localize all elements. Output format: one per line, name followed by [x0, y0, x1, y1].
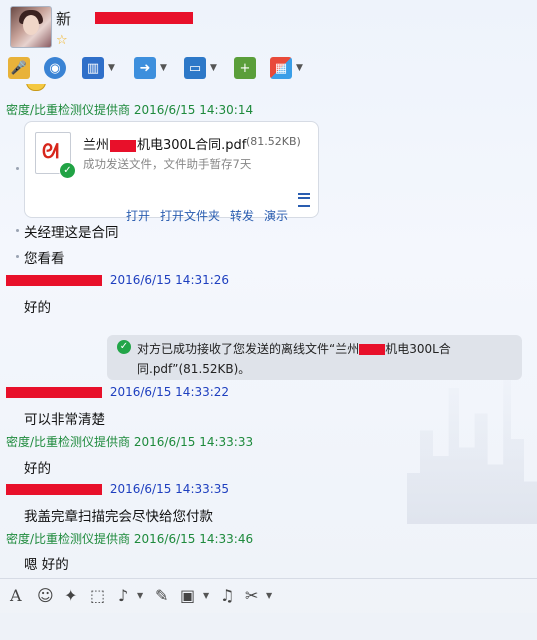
message-time: 2016/6/15 14:30:14	[133, 103, 254, 117]
chevron-down-icon[interactable]: ▼	[160, 63, 167, 73]
screen-share-button[interactable]: ▭ ▼	[184, 54, 217, 82]
chevron-down-icon[interactable]: ▼	[266, 591, 272, 600]
notice-line-1: 对方已成功接收了您发送的离线文件“兰州 机电300L合	[137, 340, 451, 357]
create-group-icon: +	[234, 57, 256, 79]
screen-share-icon: ▭	[184, 57, 206, 79]
cut-icon[interactable]: ✂	[245, 586, 258, 605]
message-time: 2016/6/15 14:31:26	[109, 273, 230, 287]
system-notice: ✓ 对方已成功接收了您发送的离线文件“兰州 机电300L合 同.pdf”(81.5…	[107, 335, 522, 380]
message-text: 您看看	[24, 251, 65, 267]
file-transfer-card[interactable]: ᘛ ✓ 兰州 机电300L合同.pdf (81.52KB) 成功发送文件，文件助手…	[24, 121, 319, 223]
chevron-down-icon[interactable]: ▼	[108, 63, 115, 73]
avatar-face	[23, 15, 39, 35]
file-name-suffix: 机电300L合同.pdf	[137, 138, 247, 153]
open-file-link[interactable]: 打开	[126, 207, 150, 224]
sender-name[interactable]: 密度/比重检测仪提供商	[6, 532, 130, 546]
chevron-down-icon[interactable]: ▼	[137, 591, 143, 600]
present-link[interactable]: 演示	[264, 207, 288, 224]
magic-icon[interactable]: ✦	[64, 586, 77, 605]
message-header: 2016/6/15 14:31:26	[6, 273, 229, 287]
chevron-down-icon[interactable]: ▼	[210, 63, 217, 73]
notice-line-2: 同.pdf”(81.52KB)。	[137, 362, 251, 376]
redacted-text	[359, 344, 386, 355]
message-header: 密度/比重检测仪提供商 2016/6/15 14:33:33	[6, 433, 253, 450]
message-header: 密度/比重检测仪提供商 2016/6/15 14:30:14	[6, 101, 253, 118]
file-name[interactable]: 兰州 机电300L合同.pdf	[83, 134, 246, 153]
message-text: 可以非常清楚	[24, 412, 105, 428]
chevron-down-icon[interactable]: ▼	[203, 591, 209, 600]
message-dot	[16, 229, 19, 232]
notice-text: 对方已成功接收了您发送的离线文件“兰州	[137, 342, 360, 356]
message-text: 嗯 好的	[24, 557, 69, 573]
chat-header: 新 ☆	[0, 0, 537, 54]
send-file-icon: ➜	[134, 57, 156, 79]
message-text: 好的	[24, 300, 51, 316]
font-icon[interactable]: A	[10, 586, 22, 605]
microphone-icon: 🎤	[8, 57, 30, 79]
message-dot	[16, 167, 19, 170]
chat-toolbar: 🎤 ◉ ▥ ▼ ➜ ▼ ▭ ▼ + ▦ ▼	[0, 54, 537, 84]
redacted-sender	[6, 275, 102, 286]
file-name-prefix: 兰州	[83, 138, 110, 153]
redacted-sender	[6, 387, 102, 398]
message-time: 2016/6/15 14:33:35	[109, 482, 230, 496]
acrobat-icon: ᘛ	[42, 139, 60, 163]
message-dot	[16, 255, 19, 258]
music-icon[interactable]: ♫	[220, 586, 234, 605]
menu-icon[interactable]	[298, 193, 310, 207]
emoji-icon[interactable]: ☺	[37, 586, 54, 605]
star-icon[interactable]: ☆	[56, 33, 68, 48]
open-folder-link[interactable]: 打开文件夹	[160, 207, 220, 224]
contact-name[interactable]: 新	[56, 8, 71, 29]
redacted-sender	[6, 484, 102, 495]
edit-icon[interactable]: ✎	[155, 586, 168, 605]
image-icon[interactable]: ▣	[180, 586, 195, 605]
input-toolbar: A ☺ ✦ ⬚ ♪ ▼ ✎ ▣ ▼ ♫ ✂ ▼	[0, 578, 537, 613]
message-time: 2016/6/15 14:33:22	[109, 385, 230, 399]
message-header: 密度/比重检测仪提供商 2016/6/15 14:33:46	[6, 530, 253, 547]
chevron-down-icon[interactable]: ▼	[296, 63, 303, 73]
create-group-button[interactable]: +	[234, 54, 256, 82]
video-call-button[interactable]: ◉	[44, 54, 66, 82]
contact-avatar[interactable]	[10, 6, 52, 48]
apps-button[interactable]: ▦ ▼	[270, 54, 303, 82]
message-header: 2016/6/15 14:33:35	[6, 482, 229, 496]
screenshot-icon[interactable]: ⬚	[90, 586, 105, 605]
message-text: 好的	[24, 461, 51, 477]
check-icon: ✓	[59, 162, 76, 179]
sender-name[interactable]: 密度/比重检测仪提供商	[6, 435, 130, 449]
pdf-file-icon[interactable]: ᘛ ✓	[35, 132, 76, 179]
check-circle-icon: ✓	[117, 340, 131, 354]
message-time: 2016/6/15 14:33:33	[133, 435, 254, 449]
microphone-button[interactable]: 🎤	[8, 54, 30, 82]
smile-emoji-icon	[26, 84, 46, 91]
sender-name[interactable]: 密度/比重检测仪提供商	[6, 103, 130, 117]
app-grid-icon: ▦	[270, 57, 292, 79]
message-time: 2016/6/15 14:33:46	[133, 532, 254, 546]
message-header: 2016/6/15 14:33:22	[6, 385, 229, 399]
notice-text: 机电300L合	[385, 342, 451, 356]
message-text: 关经理这是合同	[24, 225, 119, 241]
message-text: 我盖完章扫描完会尽快给您付款	[24, 509, 213, 525]
redacted-text	[110, 139, 137, 152]
send-file-button[interactable]: ➜ ▼	[134, 54, 167, 82]
remote-assist-icon: ▥	[82, 57, 104, 79]
chat-history[interactable]: 密度/比重检测仪提供商 2016/6/15 14:30:14 ᘛ ✓ 兰州机电3…	[0, 84, 537, 578]
file-status: 成功发送文件，文件助手暂存7天	[83, 157, 252, 171]
video-call-icon: ◉	[44, 57, 66, 79]
voice-icon[interactable]: ♪	[118, 586, 128, 605]
forward-link[interactable]: 转发	[230, 207, 254, 224]
remote-assist-button[interactable]: ▥ ▼	[82, 54, 115, 82]
redacted-name	[95, 12, 193, 24]
file-size: (81.52KB)	[246, 135, 301, 148]
